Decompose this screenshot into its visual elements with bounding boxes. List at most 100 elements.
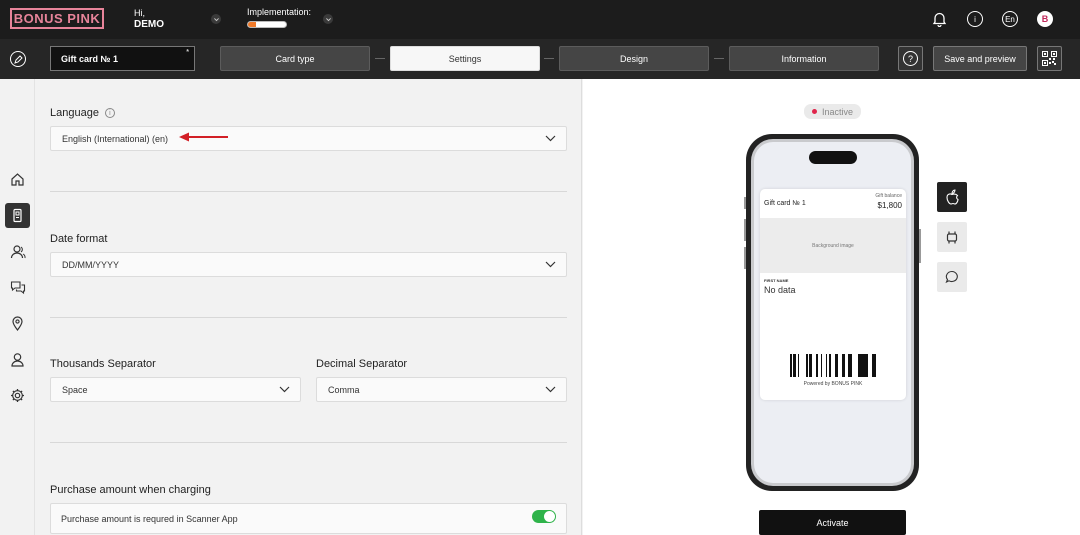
phone-bezel: Gift card № 1 Gift balance $1,800 Backgr… xyxy=(751,139,914,486)
barcode-bar xyxy=(858,354,859,377)
chevron-down-icon xyxy=(545,135,556,142)
required-marker: * xyxy=(186,49,189,56)
left-navigation xyxy=(0,79,35,535)
help-button[interactable]: ? xyxy=(898,46,923,71)
barcode-bar xyxy=(826,354,827,377)
pass-balance-value: $1,800 xyxy=(877,201,902,210)
barcode-bar xyxy=(835,354,838,377)
section-divider xyxy=(50,317,567,318)
gear-icon[interactable] xyxy=(5,383,30,408)
messages-icon[interactable] xyxy=(5,275,30,300)
thousands-separator-select[interactable]: Space xyxy=(50,377,301,402)
barcode-bar xyxy=(875,354,876,377)
user-icon[interactable] xyxy=(5,347,30,372)
implementation-progress-fill xyxy=(248,22,256,27)
decimal-separator-label: Decimal Separator xyxy=(316,358,408,370)
pass-powered-by: Powered by BONUS PINK xyxy=(803,381,863,387)
chat-preview-button[interactable] xyxy=(937,262,967,292)
status-dot xyxy=(811,109,817,114)
barcode-bar xyxy=(793,354,795,377)
pass-background-image: Background image xyxy=(760,218,906,273)
barcode-bar xyxy=(872,354,875,377)
location-pin-icon[interactable] xyxy=(5,311,30,336)
barcode-bar xyxy=(809,354,812,377)
card-name-input[interactable]: Gift card № 1 * xyxy=(50,46,195,71)
language-select-value: English (International) (en) xyxy=(62,133,169,144)
barcode-bar xyxy=(865,354,868,377)
chevron-down-icon xyxy=(279,386,290,393)
purchase-amount-label: Purchase amount when charging xyxy=(50,484,211,496)
pencil-icon[interactable] xyxy=(10,51,26,67)
settings-panel: Language i English (International) (en) D… xyxy=(35,79,582,535)
wallet-pass: Gift card № 1 Gift balance $1,800 Backgr… xyxy=(760,189,906,400)
barcode-bar xyxy=(816,354,818,377)
tab-information[interactable]: Information xyxy=(729,46,879,71)
section-divider xyxy=(50,191,567,192)
android-wallet-button[interactable] xyxy=(937,222,967,252)
barcode-bar xyxy=(795,354,796,377)
pass-title: Gift card № 1 xyxy=(764,200,806,207)
tab-settings[interactable]: Settings xyxy=(390,46,540,71)
chevron-down-icon xyxy=(545,386,556,393)
avatar[interactable]: B xyxy=(1037,11,1053,27)
date-format-select[interactable]: DD/MM/YYYY xyxy=(50,252,567,277)
bell-icon[interactable] xyxy=(931,11,947,27)
barcode-bar xyxy=(806,354,808,377)
language-label: Language i xyxy=(50,107,115,119)
step-connector xyxy=(375,58,385,59)
status-text: Inactive xyxy=(821,106,854,117)
card-toolbar: Gift card № 1 * Card type Settings Desig… xyxy=(0,39,1080,79)
barcode-bar xyxy=(848,354,850,377)
info-icon[interactable]: i xyxy=(104,108,115,119)
pass-field-value: No data xyxy=(764,285,796,295)
date-format-value: DD/MM/YYYY xyxy=(62,259,120,270)
phone-side-button xyxy=(919,229,921,263)
purchase-amount-row: Purchase amount is requred in Scanner Ap… xyxy=(50,503,567,534)
language-switch[interactable]: En xyxy=(1002,11,1018,27)
chevron-down-icon xyxy=(545,261,556,268)
barcode-bar xyxy=(790,354,792,377)
purchase-amount-toggle[interactable] xyxy=(532,510,556,523)
barcode-bar xyxy=(829,354,830,377)
card-preview-panel: Inactive Gift card № 1 Gift balance $1,8… xyxy=(583,79,1080,535)
purchase-amount-toggle-label: Purchase amount is requred in Scanner Ap… xyxy=(61,513,238,524)
qr-code-icon xyxy=(1042,51,1057,66)
home-icon[interactable] xyxy=(5,167,30,192)
phone-screen: Gift card № 1 Gift balance $1,800 Backgr… xyxy=(754,142,911,483)
clients-icon[interactable] xyxy=(5,239,30,264)
dynamic-island xyxy=(809,151,857,164)
phone-mockup: Gift card № 1 Gift balance $1,800 Backgr… xyxy=(746,134,919,491)
barcode-bar xyxy=(830,354,831,377)
implementation-label: Implementation: xyxy=(247,7,312,17)
top-bar: BONUS PINK Hi, DEMO Implementation: i En… xyxy=(0,0,1080,39)
barcode-bar xyxy=(842,354,845,377)
language-label-text: Language xyxy=(50,107,99,119)
pass-field-label: FIRST NAME xyxy=(764,278,789,283)
decimal-separator-select[interactable]: Comma xyxy=(316,377,567,402)
user-menu-chevron-icon[interactable] xyxy=(211,14,221,24)
barcode-bar xyxy=(798,354,799,377)
status-badge: Inactive xyxy=(804,104,861,119)
barcode-bar xyxy=(859,354,862,377)
barcode-bar xyxy=(862,354,865,377)
barcode xyxy=(790,354,876,377)
info-icon[interactable]: i xyxy=(967,11,983,27)
qr-code-button[interactable] xyxy=(1037,46,1062,71)
thousands-separator-label: Thousands Separator xyxy=(50,358,156,370)
card-name-text: Gift card № 1 xyxy=(61,53,119,64)
implementation-chevron-icon[interactable] xyxy=(323,14,333,24)
user-name: DEMO xyxy=(134,19,164,30)
implementation-progress-bar xyxy=(247,21,287,28)
barcode-bar xyxy=(850,354,852,377)
red-arrow-annotation xyxy=(179,132,228,142)
tab-design[interactable]: Design xyxy=(559,46,709,71)
activate-button[interactable]: Activate xyxy=(759,510,906,535)
cards-icon[interactable] xyxy=(5,203,30,228)
chat-bubble-icon xyxy=(945,270,958,284)
user-greeting[interactable]: Hi, DEMO xyxy=(134,7,164,31)
brand-logo[interactable]: BONUS PINK xyxy=(10,8,104,29)
save-and-preview-button[interactable]: Save and preview xyxy=(933,46,1027,71)
apple-wallet-button[interactable] xyxy=(937,182,967,212)
language-select[interactable]: English (International) (en) xyxy=(50,126,567,151)
tab-card-type[interactable]: Card type xyxy=(220,46,370,71)
